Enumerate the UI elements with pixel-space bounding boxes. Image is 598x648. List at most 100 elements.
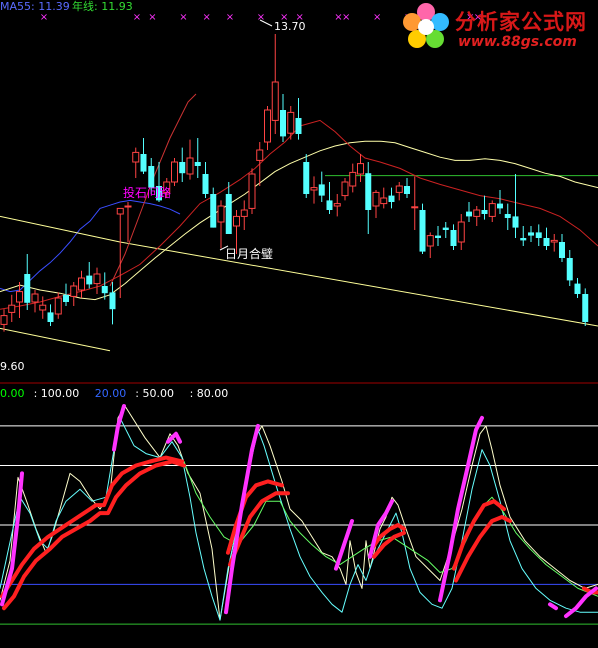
x-marker-3: × [179,12,187,23]
indicator-legend-4: : 80.00 [190,387,229,400]
candle-48 [372,190,380,218]
candle-body [264,109,271,143]
candle-58 [450,224,457,250]
candle-18 [140,138,147,174]
candle-52 [404,178,410,198]
x-marker-5: × [226,12,234,23]
candle-22 [171,158,178,186]
candle-body [233,215,240,227]
x-marker-6: × [257,12,265,23]
candle-body [210,194,217,228]
candle-body [186,157,194,175]
candle-body [101,286,108,294]
candle-body [528,232,534,236]
candle-body [248,173,256,209]
indicator-legend-0: 0.00 [0,387,25,400]
candle-body [372,191,380,207]
candle-body [426,235,434,247]
candle-44 [341,178,349,201]
candle-body [404,186,410,194]
candle-41 [318,171,325,202]
candle-24 [186,139,194,180]
candle-53 [411,176,419,230]
candle-body [240,209,248,217]
candle-body [341,181,349,197]
candle-body [78,277,85,291]
candle-body [442,227,449,230]
candle-75 [582,288,589,326]
candle-43 [333,194,341,217]
candle-body [86,275,93,285]
candle-body [256,149,264,161]
candle-body [70,285,78,297]
indicator-series-4 [2,459,186,611]
annotation-low: 9.60 [0,360,25,373]
candle-body [225,194,232,234]
candle-body [280,110,286,137]
indicator-series-19 [548,602,558,611]
x-marker-11: × [373,12,381,23]
ma55-label: MA55: 11.39 [0,0,70,13]
candle-body [171,161,178,183]
candle-46 [357,154,364,182]
candle-9 [70,282,78,306]
candle-38 [295,98,302,140]
candle-body [504,214,511,218]
annotation-riyue: 日月合璧 [225,246,273,261]
x-marker-2: × [148,12,156,23]
candle-body [550,239,558,243]
candle-body [512,216,519,228]
candle-body [24,274,31,303]
indicator-series-10 [454,515,512,583]
candle-body [566,258,573,281]
candle-body [63,294,69,302]
candle-35 [271,34,279,134]
candle-body [380,197,388,205]
candle-14 [109,282,116,325]
candle-34 [264,106,271,150]
candle-71 [550,234,558,252]
candle-body [124,205,132,208]
candle-68 [528,226,534,242]
candle-body [140,154,147,172]
candle-body [357,163,364,175]
candle-body [349,171,357,187]
candle-67 [520,226,527,246]
candle-65 [504,203,511,230]
flower-icon [403,3,449,48]
x-marker-1: × [133,12,141,23]
indicator-series-3 [0,455,184,599]
candle-body [271,81,279,121]
candle-56 [435,226,441,246]
candle-body [109,292,116,310]
candle-body [520,238,527,241]
candle-body [54,297,62,315]
candle-61 [473,206,481,226]
candle-29 [225,182,232,234]
chart-window: ××××××××××××××××13.709.60投石问路日月合璧0.00: 1… [0,0,598,648]
candle-37 [287,106,295,140]
indicator-series-0 [0,405,598,621]
candle-8 [63,283,69,306]
candle-11 [86,262,93,289]
candle-63 [488,200,496,222]
candle-62 [481,195,488,220]
candle-body [39,304,47,311]
candle-body [395,185,403,193]
candle-2 [16,282,23,318]
candle-6 [47,304,54,326]
candle-body [295,118,302,134]
candle-73 [566,250,573,286]
candle-body [435,235,441,238]
candle-body [535,232,542,238]
candle-57 [442,222,449,238]
logo-url: www.88gs.com [458,34,577,50]
candle-47 [365,162,372,234]
candle-49 [380,187,388,209]
candle-42 [326,182,333,214]
candle-body [202,174,209,194]
candle-33 [256,142,264,186]
candle-body [388,195,395,202]
candle-10 [78,270,85,298]
candle-16 [124,202,132,242]
